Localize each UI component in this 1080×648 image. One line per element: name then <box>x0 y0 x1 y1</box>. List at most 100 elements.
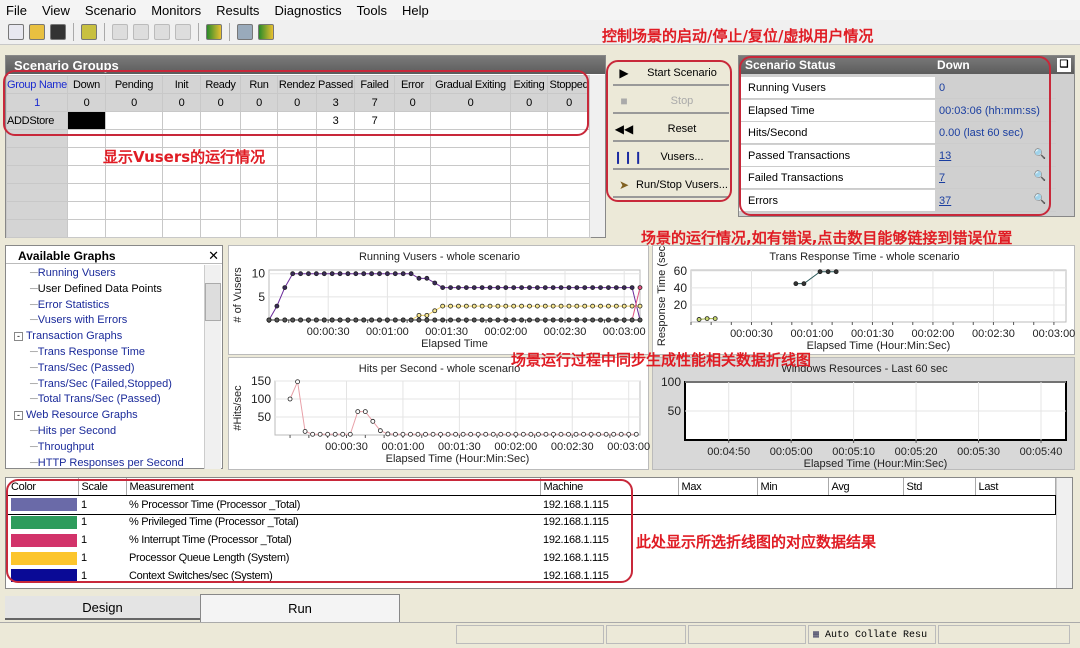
column-header[interactable]: Std <box>903 478 976 497</box>
status-value[interactable]: 7 🔍 <box>935 167 1056 188</box>
menu-results[interactable]: Results <box>216 3 259 18</box>
graph-tree-item[interactable]: - Web Resource Graphs <box>14 409 138 421</box>
graph-tree-item[interactable]: ─Running Vusers <box>30 267 116 279</box>
column-header[interactable]: Rendez <box>276 75 317 94</box>
graph-tree-item[interactable]: ─Trans Response Time <box>30 346 145 358</box>
table-row[interactable]: 1% Interrupt Time (Processor _Total) 192.… <box>8 531 1055 549</box>
column-header[interactable]: Ready <box>199 75 241 94</box>
reset-button[interactable]: ◀◀ Reset <box>613 117 729 142</box>
graph-tree-item[interactable]: - Transaction Graphs <box>14 330 122 342</box>
menu-tools[interactable]: Tools <box>357 3 387 18</box>
graph-tree-item[interactable]: ─User Defined Data Points <box>30 283 162 295</box>
column-header[interactable]: Run <box>239 75 278 94</box>
close-icon[interactable]: ✕ <box>208 248 219 264</box>
magnifier-icon[interactable]: 🔍 <box>1034 171 1046 182</box>
menu-file[interactable]: File <box>6 3 27 18</box>
column-header[interactable]: Color <box>8 478 79 497</box>
start-scenario-button[interactable]: ▶ Start Scenario <box>613 61 729 86</box>
column-header[interactable]: Measurement <box>126 478 541 497</box>
status-link[interactable]: 13 <box>939 150 951 162</box>
running-vusers-graph[interactable]: Running Vusers - whole scenario 00:00:30 0… <box>228 245 649 355</box>
column-header[interactable]: Max <box>678 478 758 497</box>
open-icon[interactable] <box>29 24 45 40</box>
vusers-icon[interactable] <box>175 24 191 40</box>
column-header[interactable]: Down <box>66 75 106 94</box>
run-stop-vusers-button[interactable]: ➤ Run/Stop Vusers... <box>613 173 729 198</box>
menu-scenario[interactable]: Scenario <box>85 3 136 18</box>
run-icon[interactable] <box>112 24 128 40</box>
graph-tree-item[interactable]: ─Trans/Sec (Passed) <box>30 362 135 374</box>
collapse-icon[interactable]: - <box>14 332 23 342</box>
graphs-scrollbar[interactable] <box>204 265 221 469</box>
x-tick-label: 00:02:00 <box>484 326 527 338</box>
tab-design[interactable]: Design <box>5 596 200 620</box>
column-header[interactable]: Stopped <box>546 75 591 94</box>
table-row[interactable]: 1 Processor Queue Length (System) 192.168.… <box>8 549 1055 567</box>
table-cell <box>975 514 1055 532</box>
graph-tree-item[interactable]: ─Error Statistics <box>30 299 109 311</box>
table-cell <box>161 219 201 238</box>
cell-measurement: % Privileged Time (Processor _Total) <box>129 516 299 529</box>
y-tick-label: 20 <box>674 298 688 312</box>
vusers-button[interactable]: ❙❙❙ Vusers... <box>613 145 729 170</box>
results-icon[interactable] <box>258 24 274 40</box>
table-row[interactable]: 1 % Processor Time (Processor _Total) 192.… <box>7 494 1056 515</box>
measurements-scrollbar[interactable] <box>1056 478 1072 588</box>
table-cell[interactable]: ADDStore <box>6 111 68 130</box>
data-point <box>495 303 501 309</box>
column-header[interactable]: Scale <box>78 478 127 497</box>
groups-scrollbar[interactable] <box>589 75 605 237</box>
column-header[interactable]: Gradual Exiting <box>429 75 511 94</box>
column-header[interactable]: Init <box>161 75 201 94</box>
column-header[interactable]: Passed <box>315 75 355 94</box>
column-header[interactable]: Machine <box>540 478 679 497</box>
graph-tree-item[interactable]: ─Hits per Second <box>30 425 116 437</box>
graph-tree-item[interactable]: ─Trans/Sec (Failed,Stopped) <box>30 378 172 390</box>
status-value[interactable]: 13 🔍 <box>935 144 1056 166</box>
table-cell <box>276 111 317 130</box>
graph-tree-item[interactable]: ─Total Trans/Sec (Passed) <box>30 393 161 405</box>
windows-resources-graph[interactable]: Windows Resources - Last 60 sec 00:04:50 0… <box>652 357 1075 470</box>
status-value[interactable]: 37 🔍 <box>935 189 1056 211</box>
stop-icon[interactable] <box>133 24 149 40</box>
magnifier-icon[interactable]: 🔍 <box>1034 194 1046 205</box>
column-header[interactable]: Failed <box>353 75 395 94</box>
column-header[interactable]: Last <box>975 478 1056 497</box>
scroll-thumb[interactable] <box>205 283 221 321</box>
save-icon[interactable] <box>50 24 66 40</box>
trans-response-time-graph[interactable]: Trans Response Time - whole scenario 00:0… <box>652 245 1075 355</box>
column-header[interactable]: Pending <box>104 75 163 94</box>
new-scenario-icon[interactable] <box>8 24 24 40</box>
analyze-icon[interactable] <box>81 24 97 40</box>
menu-diagnostics[interactable]: Diagnostics <box>274 3 341 18</box>
graph-tree-item[interactable]: ─Vusers with Errors <box>30 314 127 326</box>
table-row[interactable]: 1 % Privileged Time (Processor _Total) 192… <box>8 514 1055 532</box>
column-header[interactable]: Min <box>757 478 829 497</box>
data-point <box>369 317 375 323</box>
menu-monitors[interactable]: Monitors <box>151 3 201 18</box>
menu-help[interactable]: Help <box>402 3 429 18</box>
data-point <box>287 396 293 402</box>
table-row[interactable]: 1 Context Switches/sec (System) 192.168.1.… <box>8 567 1055 585</box>
status-link[interactable]: 37 <box>939 195 951 207</box>
tab-run[interactable]: Run <box>200 594 400 622</box>
column-header[interactable]: Error <box>393 75 431 94</box>
graph-tree-item[interactable]: ─Throughput <box>30 441 94 453</box>
monitor-icon[interactable] <box>237 24 253 40</box>
reset-icon[interactable] <box>154 24 170 40</box>
design-icon[interactable] <box>206 24 222 40</box>
column-header[interactable]: Exiting <box>509 75 548 94</box>
menu-view[interactable]: View <box>42 3 70 18</box>
hits-per-second-graph[interactable]: Hits per Second - whole scenario 00:00:30… <box>228 357 650 470</box>
tree-line: ─ <box>30 282 38 295</box>
data-point <box>415 431 421 437</box>
status-row: Elapsed Time 00:03:06 (hh:mm:ss) <box>739 99 1056 122</box>
column-header[interactable]: Group Name <box>6 75 68 94</box>
stop-button[interactable]: ■ Stop <box>613 89 729 114</box>
collapse-icon[interactable]: - <box>14 411 23 421</box>
restore-icon[interactable]: ❏ <box>1057 58 1071 72</box>
graph-tree-item[interactable]: ─HTTP Responses per Second <box>30 457 184 469</box>
magnifier-icon[interactable]: 🔍 <box>1034 149 1046 160</box>
status-link[interactable]: 7 <box>939 172 945 184</box>
column-header[interactable]: Avg <box>828 478 904 497</box>
